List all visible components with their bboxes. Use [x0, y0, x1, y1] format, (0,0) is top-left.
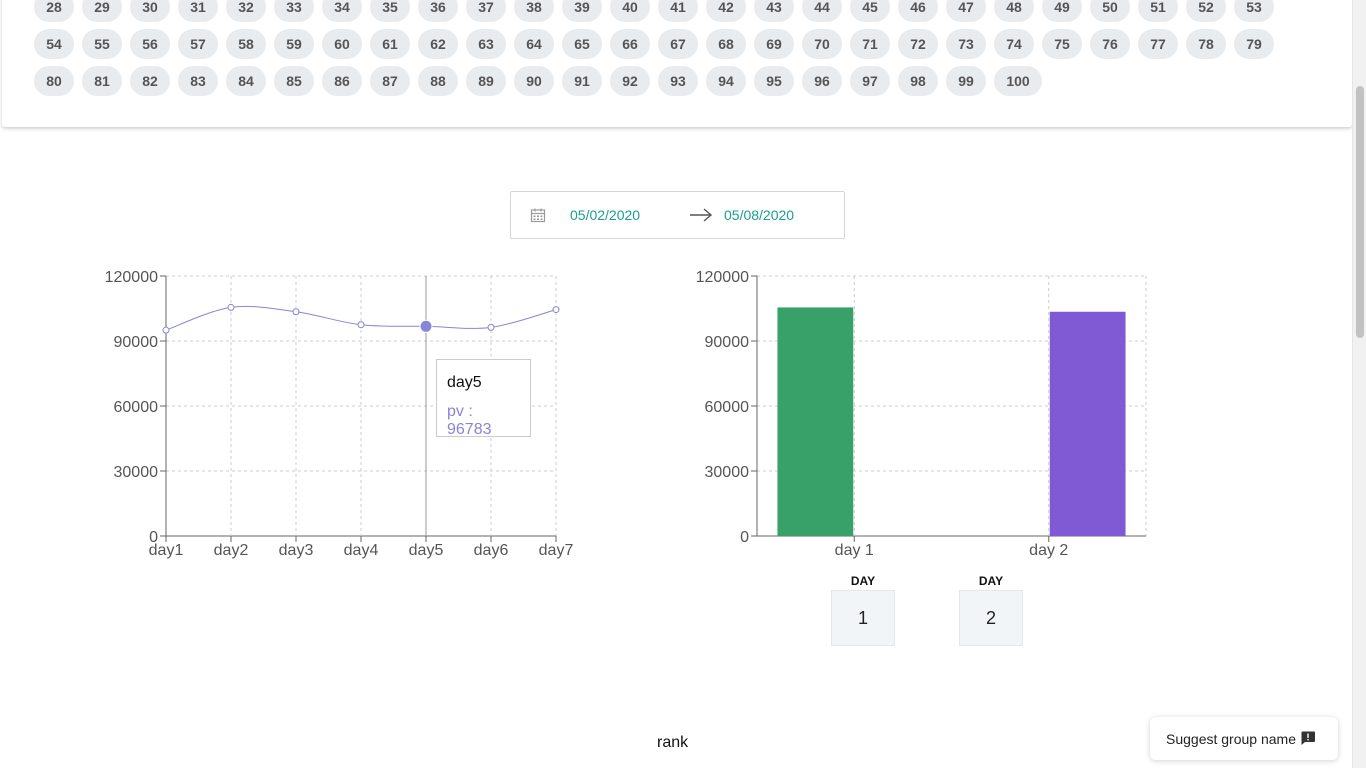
- vertical-scrollbar[interactable]: [1352, 0, 1366, 768]
- rank-heading: rank: [657, 734, 689, 751]
- day-column-2: DAY 2: [959, 574, 1023, 646]
- tooltip-value: pv : 96783: [447, 403, 492, 438]
- charts-canvas: 0 30000 60000 90000 120000 day1 day2 day3 day4 da…: [105, 269, 1147, 559]
- line-chart-point: [487, 323, 495, 331]
- suggest-group-name-button[interactable]: Suggest group name: [1150, 717, 1338, 760]
- scrollbar-thumb[interactable]: [1356, 86, 1364, 338]
- tooltip-title: day5: [447, 374, 482, 391]
- line-chart-point: [227, 303, 235, 311]
- day-value-box[interactable]: 2: [959, 590, 1023, 646]
- bar-chart-y-tick-label: 30000: [705, 464, 750, 481]
- line-chart-x-tick-label: day2: [214, 542, 249, 559]
- line-chart-y-tick-label: 90000: [114, 334, 159, 351]
- line-chart-x-tick-label: day7: [539, 542, 574, 559]
- line-chart-point: [162, 326, 170, 334]
- line-chart-x-tick-label: day3: [279, 542, 314, 559]
- chart-tooltip: day5 pv : 96783: [436, 359, 531, 438]
- line-chart-y-tick-label: 120000: [105, 269, 158, 286]
- bar-chart-y-tick-label: 0: [740, 529, 749, 546]
- line-chart-y-tick-label: 30000: [114, 464, 159, 481]
- day-column-1: DAY 1: [831, 574, 895, 646]
- line-chart-point: [357, 321, 365, 329]
- bar-chart-y-tick-label: 120000: [696, 269, 749, 286]
- day-value-box[interactable]: 1: [831, 590, 895, 646]
- line-chart-active-point: [419, 319, 433, 333]
- line-chart-point: [292, 308, 300, 316]
- line-chart-y-tick-label: 60000: [114, 399, 159, 416]
- day-header: DAY: [978, 574, 1004, 588]
- line-chart-point: [552, 306, 560, 314]
- feedback-icon: [1301, 731, 1315, 745]
- bar-chart-x-tick-label: day 1: [835, 542, 874, 559]
- bar-chart-y-tick-label: 90000: [705, 334, 750, 351]
- line-chart-x-tick-label: day1: [149, 542, 184, 559]
- line-chart-x-tick-label: day4: [344, 542, 379, 559]
- line-chart-x-tick-label: day6: [474, 542, 509, 559]
- bar-chart-bar: [777, 307, 854, 536]
- line-chart-x-tick-label: day5: [409, 542, 444, 559]
- bar-chart-y-tick-label: 60000: [705, 399, 750, 416]
- day-header: DAY: [850, 574, 876, 588]
- suggest-button-label: Suggest group name: [1166, 730, 1296, 747]
- bar-chart-bar: [1049, 311, 1126, 536]
- bar-chart-x-tick-label: day 2: [1029, 542, 1068, 559]
